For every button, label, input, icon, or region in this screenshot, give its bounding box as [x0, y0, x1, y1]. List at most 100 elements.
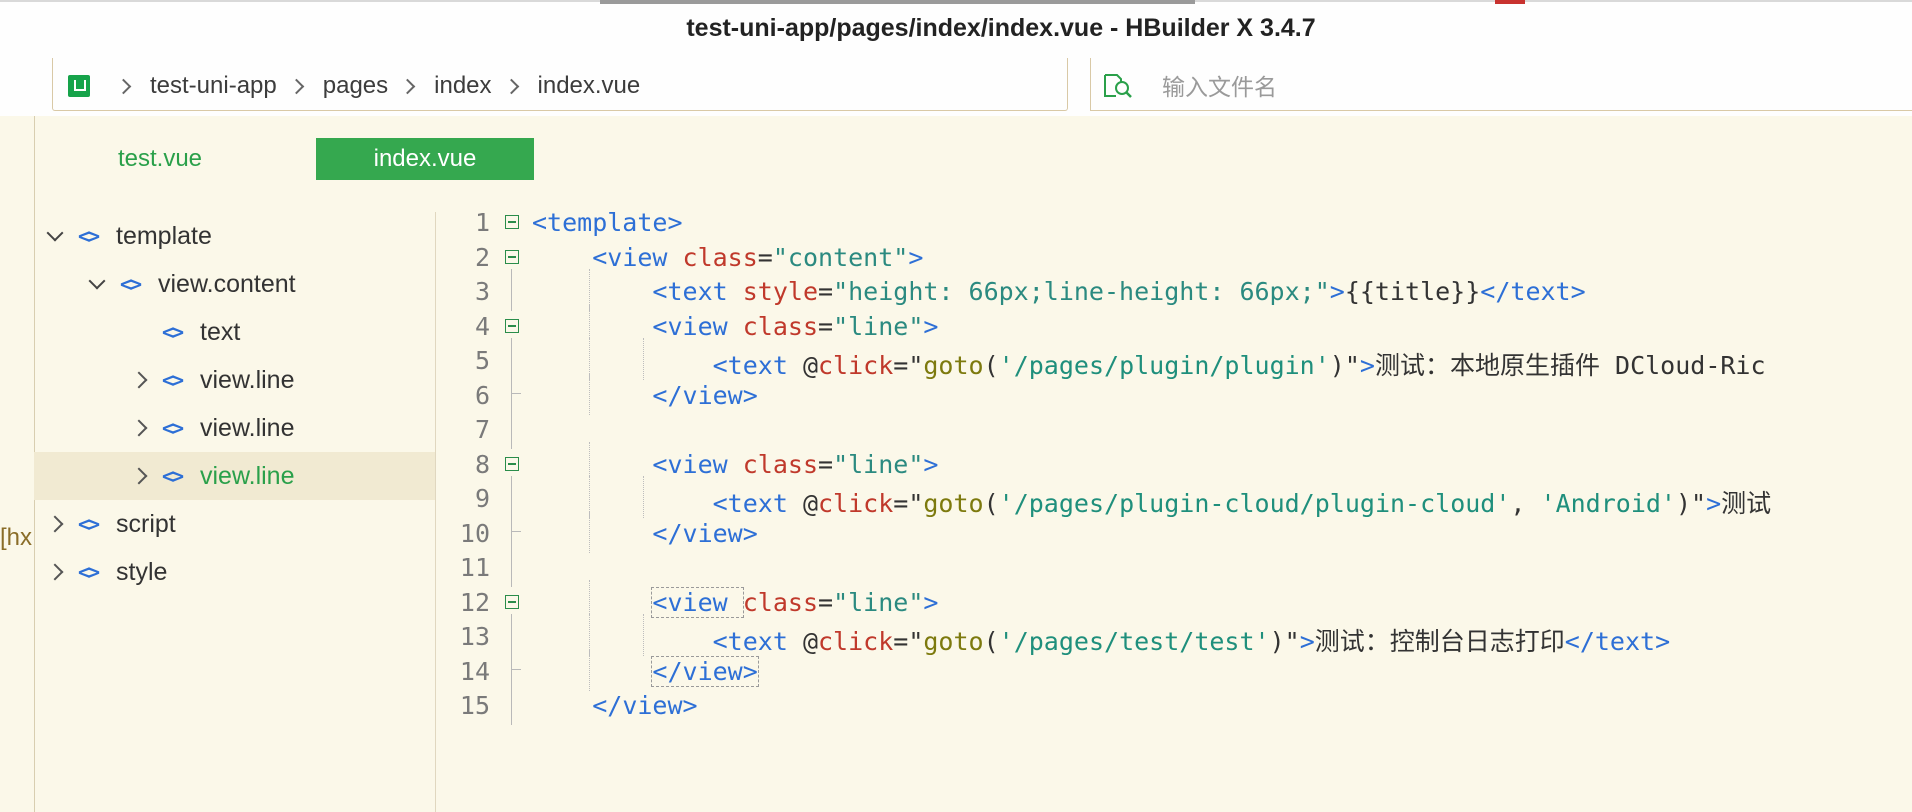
file-search-icon[interactable] — [1102, 72, 1134, 100]
chevron-shape — [46, 563, 64, 581]
chevron-right-icon[interactable] — [130, 419, 148, 437]
code-tag-icon: <> — [120, 272, 142, 296]
fold-toggle-icon[interactable] — [505, 456, 519, 471]
outline-item-script[interactable]: <> script — [34, 500, 435, 548]
outline-item-label: view.content — [158, 269, 296, 298]
outline-item-view-line[interactable]: <> view.line — [34, 452, 435, 500]
code-token: class — [742, 449, 818, 479]
title-bar-accent — [600, 0, 1195, 4]
code-token: > — [923, 311, 939, 341]
fold-toggle-icon[interactable] — [505, 215, 519, 229]
chevron-shape — [130, 371, 148, 389]
code-token: </view> — [652, 518, 758, 548]
code-text: <text style="height: 66px;line-height: 6… — [532, 277, 1586, 306]
window-title: test-uni-app/pages/index/index.vue - HBu… — [686, 14, 1316, 42]
line-number: 1 — [474, 208, 490, 237]
code-token: <view — [592, 242, 683, 272]
breadcrumb-item-file[interactable]: index.vue — [538, 72, 641, 100]
code-text: <view class="line"> — [532, 450, 938, 479]
line-number: 15 — [459, 691, 490, 720]
code-text: <view class="line"> — [532, 312, 938, 341]
line-number: 11 — [459, 553, 490, 582]
fold-end-marker — [511, 668, 521, 670]
code-token: = — [757, 242, 773, 272]
chevron-shape — [46, 515, 64, 533]
chevron-right-icon[interactable] — [46, 515, 64, 533]
breadcrumb-path: test-uni-app pages index index.vue — [68, 72, 640, 100]
outline-tree: <> template <> view.content <> text <> view.lin… — [34, 212, 436, 812]
code-token: <text — [652, 277, 743, 306]
code-token: = — [818, 277, 834, 306]
left-panel-edge: [hx — [0, 116, 35, 812]
code-line[interactable]: 15 </view> — [436, 683, 1912, 725]
code-tag-icon: <> — [78, 512, 100, 536]
code-tag-icon: <> — [162, 416, 184, 440]
fold-toggle-icon[interactable] — [505, 594, 519, 609]
outline-item-view-content[interactable]: <> view.content — [34, 260, 435, 308]
chevron-right-icon — [115, 78, 132, 94]
chevron-down-icon[interactable] — [46, 224, 64, 245]
chevron-right-icon — [399, 78, 416, 94]
title-bar-accent — [1495, 0, 1525, 4]
line-number: 7 — [474, 415, 490, 444]
code-tag-icon: <> — [78, 224, 100, 248]
code-tag-icon: <> — [162, 464, 184, 488]
chevron-down-icon[interactable] — [88, 272, 106, 293]
code-editor[interactable]: 1 <template> 2 <view class="content"> 3 <te… — [436, 200, 1912, 812]
code-token: {{title}} — [1344, 277, 1481, 306]
outline-item-label: view.line — [200, 413, 295, 442]
line-number: 2 — [474, 242, 490, 272]
code-text: </view> — [532, 691, 697, 720]
gutter-text: [hx — [0, 524, 33, 551]
breadcrumb-item-index[interactable]: index — [434, 72, 491, 100]
outline-item-label: view.line — [200, 365, 295, 394]
fold-end-marker — [511, 530, 521, 532]
outline-item-label: template — [116, 221, 212, 250]
outline-item-text[interactable]: <> text — [34, 308, 435, 356]
code-token: </text> — [1480, 277, 1586, 306]
code-text: </view> — [532, 380, 758, 410]
tab-index-vue[interactable]: index.vue — [316, 138, 534, 180]
chevron-right-icon[interactable] — [46, 563, 64, 581]
outline-item-view-line[interactable]: <> view.line — [34, 356, 435, 404]
code-token: > — [908, 242, 924, 272]
chevron-shape — [130, 467, 148, 485]
code-text: </view> — [532, 655, 759, 687]
code-tag-icon: <> — [162, 320, 184, 344]
code-text: <view class="line"> — [532, 586, 938, 618]
line-number: 9 — [474, 484, 490, 513]
code-token: </view> — [652, 380, 758, 410]
outline-item-template[interactable]: <> template — [34, 212, 435, 260]
fold-end-marker — [511, 392, 521, 394]
chevron-right-icon[interactable] — [130, 467, 148, 485]
outline-item-view-line[interactable]: <> view.line — [34, 404, 435, 452]
breadcrumb-item-project[interactable]: test-uni-app — [150, 72, 277, 100]
tab-test-vue[interactable]: test.vue — [90, 138, 230, 180]
code-tag-icon: <> — [78, 560, 100, 584]
code-token: class — [742, 587, 818, 617]
code-token: style — [742, 277, 818, 306]
outline-item-label: view.line — [200, 461, 295, 490]
project-icon[interactable] — [68, 75, 90, 97]
fold-toggle-icon[interactable] — [505, 318, 519, 333]
file-search-input[interactable] — [1160, 72, 1664, 102]
breadcrumb-item-pages[interactable]: pages — [323, 72, 388, 100]
chevron-right-icon[interactable] — [130, 371, 148, 389]
line-number: 14 — [459, 656, 490, 686]
outline-item-style[interactable]: <> style — [34, 548, 435, 596]
line-number: 10 — [459, 518, 490, 548]
fold-toggle-icon[interactable] — [505, 249, 519, 264]
code-token: = — [818, 311, 834, 341]
code-token: </view> — [651, 655, 759, 687]
outline-item-label: text — [200, 317, 241, 346]
code-token: "line" — [833, 311, 924, 341]
code-token: <view — [652, 311, 743, 341]
code-token: <view — [652, 449, 743, 479]
code-token: = — [818, 587, 834, 617]
line-number: 3 — [474, 277, 490, 306]
